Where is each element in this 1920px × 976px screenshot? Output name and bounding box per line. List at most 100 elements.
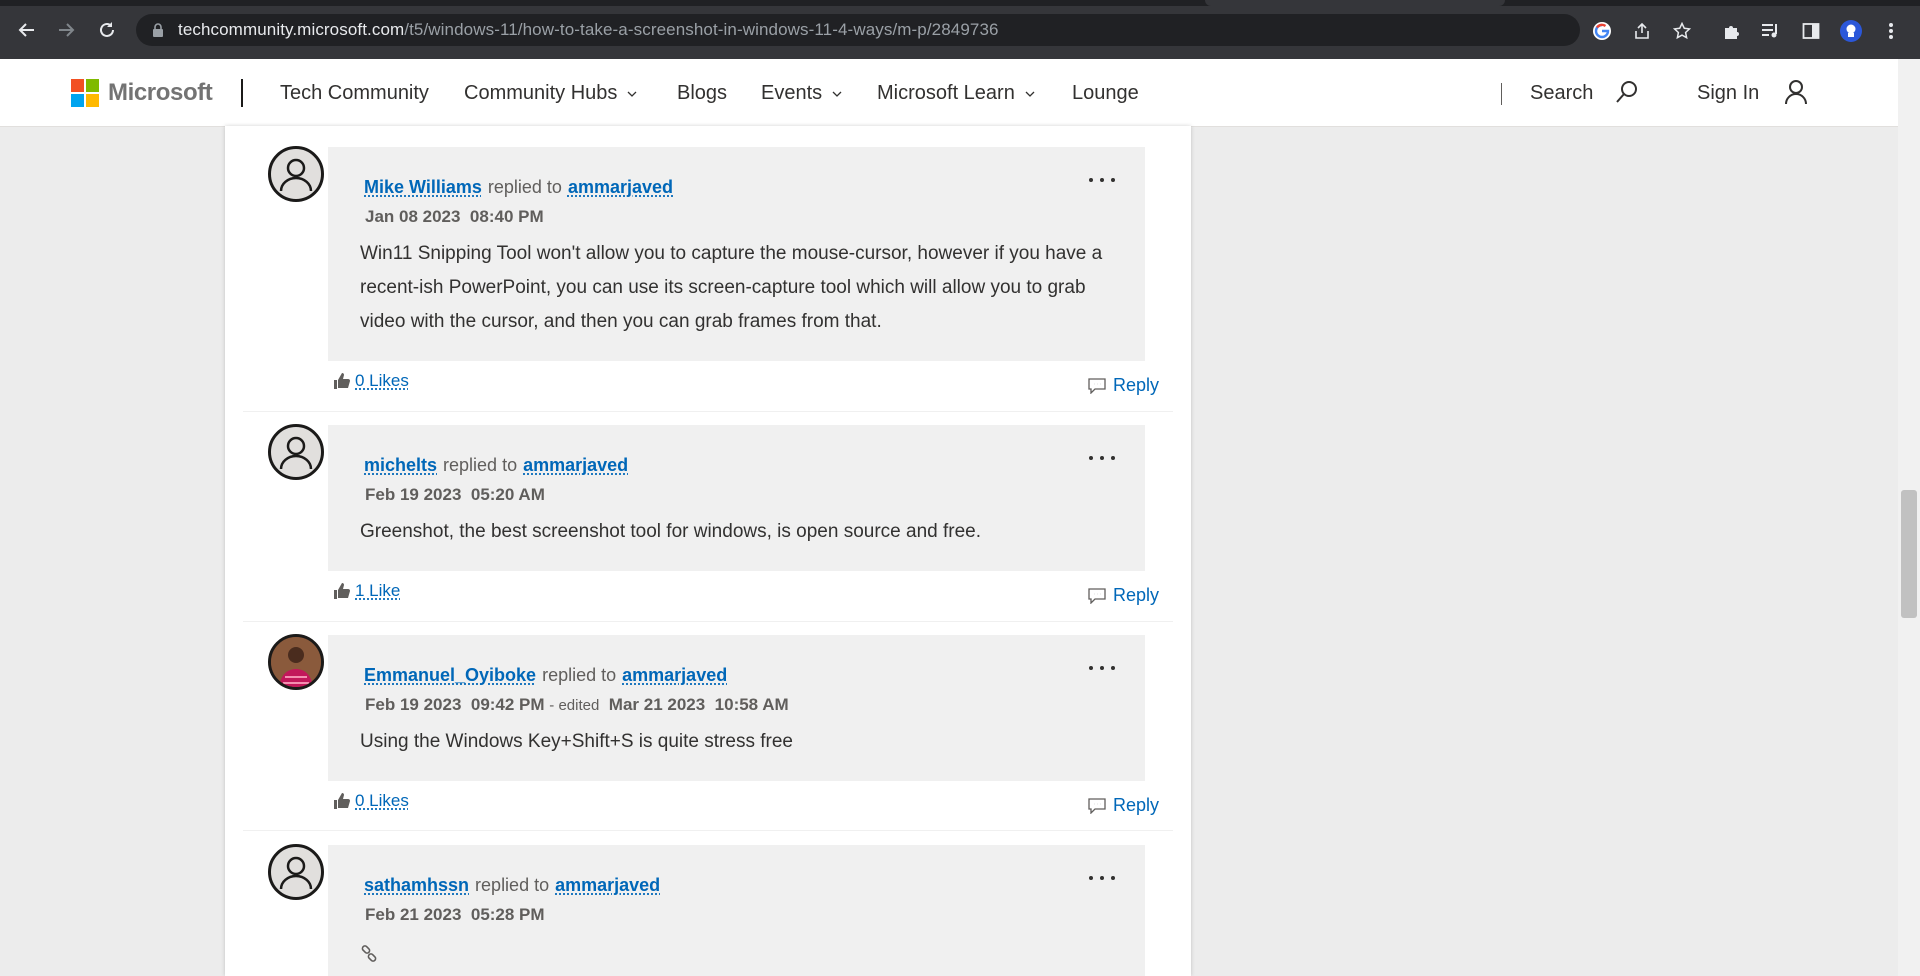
more-options-icon[interactable] (1089, 453, 1115, 463)
header-divider (241, 79, 243, 107)
search-separator (1501, 83, 1502, 105)
reload-icon (100, 22, 114, 37)
edited-time: 10:58 AM (714, 695, 789, 714)
reply-meta: Emmanuel_Oyiboke replied to ammarjaved (364, 665, 727, 686)
date-text: Feb 19 2023 (365, 695, 462, 714)
reply-target-link[interactable]: ammarjaved (568, 177, 673, 197)
comment-icon (1088, 587, 1106, 604)
reply-label: Reply (1113, 585, 1160, 605)
reply-divider (243, 411, 1173, 412)
likes-count[interactable]: 1 Like (355, 581, 400, 601)
replied-to-text: replied to (487, 177, 562, 197)
site-name-link[interactable]: Tech Community (280, 82, 429, 105)
avatar[interactable] (268, 146, 324, 202)
back-arrow-icon (18, 23, 34, 37)
date-text: Jan 08 2023 (365, 207, 461, 226)
reply-target-link[interactable]: ammarjaved (523, 455, 628, 475)
author-link[interactable]: sathamhssn (364, 875, 469, 895)
comment-icon (1088, 797, 1106, 814)
nav-events[interactable]: Events (761, 82, 842, 105)
post-date: Jan 08 2023 08:40 PM (365, 207, 544, 227)
reply-divider (243, 621, 1173, 622)
reply-item: sathamhssn replied to ammarjaved Feb 21 20… (243, 844, 1173, 976)
more-options-icon[interactable] (1089, 175, 1115, 185)
more-options-icon[interactable] (1089, 663, 1115, 673)
search-icon[interactable] (1615, 80, 1639, 109)
reply-bubble: michelts replied to ammarjaved Feb 19 2023… (328, 425, 1145, 571)
address-bar[interactable]: techcommunity.microsoft.com/t5/windows-1… (136, 14, 1580, 46)
reply-target-link[interactable]: ammarjaved (555, 875, 660, 895)
reply-button[interactable]: Reply (1088, 585, 1159, 606)
author-link[interactable]: michelts (364, 455, 437, 475)
reload-button[interactable] (95, 18, 119, 42)
browser-menu-icon[interactable] (1880, 20, 1902, 42)
nav-label: Blogs (677, 82, 728, 104)
search-label[interactable]: Search (1530, 82, 1593, 105)
avatar[interactable] (268, 844, 324, 900)
reply-label: Reply (1113, 375, 1160, 395)
reply-item: Mike Williams replied to ammarjaved Jan 08… (243, 146, 1173, 401)
default-user-icon (279, 436, 313, 470)
nav-community-hubs[interactable]: Community Hubs (464, 82, 637, 105)
post-date: Feb 21 2023 05:28 PM (365, 905, 545, 925)
likes: 0 Likes (333, 791, 409, 811)
likes: 0 Likes (333, 371, 409, 391)
share-icon[interactable] (1631, 20, 1653, 42)
time-text: 05:20 AM (470, 485, 545, 504)
profile-avatar-icon[interactable] (1840, 20, 1862, 42)
url-path: /t5/windows-11/how-to-take-a-screenshot-… (404, 20, 999, 39)
url-text: techcommunity.microsoft.com/t5/windows-1… (178, 20, 999, 40)
side-panel-icon[interactable] (1800, 20, 1822, 42)
replied-to-text: replied to (475, 875, 550, 895)
nav-blogs[interactable]: Blogs (677, 82, 727, 105)
replied-to-text: replied to (443, 455, 518, 475)
microsoft-logo-icon[interactable] (71, 79, 99, 107)
comment-icon (1088, 377, 1106, 394)
reply-item: michelts replied to ammarjaved Feb 19 2023… (243, 424, 1173, 612)
likes-count[interactable]: 0 Likes (355, 791, 409, 811)
time-text: 08:40 PM (469, 207, 544, 226)
reply-bubble: Mike Williams replied to ammarjaved Jan 08… (328, 147, 1145, 361)
user-account-icon[interactable] (1784, 79, 1808, 110)
forward-button[interactable] (54, 18, 78, 42)
link-icon[interactable] (360, 945, 378, 963)
active-tab-edge (1205, 0, 1505, 6)
reply-label: Reply (1113, 795, 1160, 815)
edited-date: Mar 21 2023 (608, 695, 706, 714)
extensions-puzzle-icon[interactable] (1721, 20, 1743, 42)
brand-name[interactable]: Microsoft (108, 79, 213, 107)
bookmark-star-icon[interactable] (1671, 20, 1693, 42)
forward-arrow-icon (59, 23, 75, 37)
sign-in-link[interactable]: Sign In (1697, 82, 1759, 105)
date-text: Feb 19 2023 (365, 485, 462, 504)
nav-microsoft-learn[interactable]: Microsoft Learn (877, 82, 1035, 105)
avatar[interactable] (268, 424, 324, 480)
reply-meta: michelts replied to ammarjaved (364, 455, 628, 476)
back-button[interactable] (15, 18, 39, 42)
reply-button[interactable]: Reply (1088, 375, 1159, 396)
reply-item: Emmanuel_Oyiboke replied to ammarjaved Feb… (243, 634, 1173, 822)
google-icon[interactable] (1591, 20, 1613, 42)
thumbs-up-icon[interactable] (333, 582, 351, 600)
scrollbar-thumb[interactable] (1901, 490, 1917, 618)
chevron-down-icon (1025, 91, 1035, 97)
reply-bubble: sathamhssn replied to ammarjaved Feb 21 20… (328, 845, 1145, 976)
avatar[interactable] (268, 634, 324, 690)
thumbs-up-icon[interactable] (333, 372, 351, 390)
time-text: 05:28 PM (470, 905, 545, 924)
media-playlist-icon[interactable] (1760, 20, 1782, 42)
reply-body: Win11 Snipping Tool won't allow you to c… (360, 243, 1103, 332)
reply-bubble: Emmanuel_Oyiboke replied to ammarjaved Feb… (328, 635, 1145, 781)
thumbs-up-icon[interactable] (333, 792, 351, 810)
reply-body: Greenshot, the best screenshot tool for … (360, 521, 982, 542)
more-options-icon[interactable] (1089, 873, 1115, 883)
likes-count[interactable]: 0 Likes (355, 371, 409, 391)
author-link[interactable]: Mike Williams (364, 177, 482, 197)
reply-button[interactable]: Reply (1088, 795, 1159, 816)
chevron-down-icon (832, 91, 842, 97)
replied-to-text: replied to (542, 665, 617, 685)
nav-lounge[interactable]: Lounge (1072, 82, 1139, 105)
reply-meta: Mike Williams replied to ammarjaved (364, 177, 673, 198)
author-link[interactable]: Emmanuel_Oyiboke (364, 665, 536, 685)
reply-target-link[interactable]: ammarjaved (622, 665, 727, 685)
